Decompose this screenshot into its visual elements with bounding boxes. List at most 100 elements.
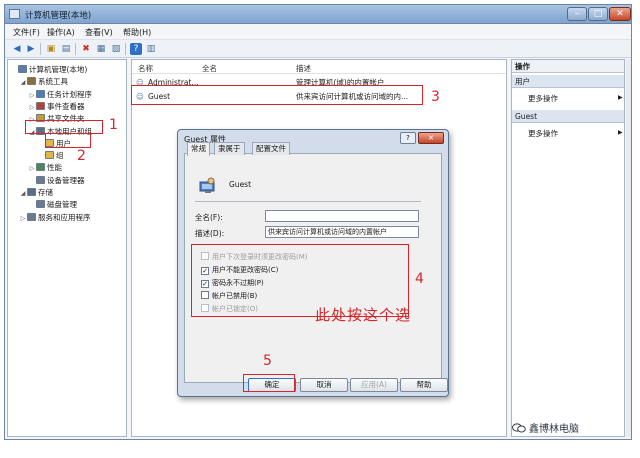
tree-item[interactable]: ▷ 服务和应用程序	[8, 212, 91, 224]
computer-management-window: 计算机管理(本地) – □ ✕ 文件(F) 操作(A) 查看(V) 帮助(H) …	[4, 4, 632, 440]
column-divider	[132, 73, 506, 74]
watermark-text: 鑫博林电脑	[529, 424, 579, 435]
description-label: 描述(D):	[195, 229, 225, 238]
actions-title: 操作	[512, 60, 624, 73]
properties-icon[interactable]: ▦	[95, 43, 107, 55]
tree-node-icon	[36, 175, 45, 184]
toolbar-separator	[75, 43, 76, 55]
menu-view[interactable]: 查看(V)	[85, 27, 113, 38]
navigation-tree: 计算机管理(本地) ◢ 系统工具 ▷ 任务计划程序 ▷ 事件查看器 ▷ 共享文件夹 ◢ 本地用户和组…	[7, 59, 127, 437]
minimize-button[interactable]: –	[567, 7, 587, 21]
arrow-right-icon: ▶	[618, 129, 623, 136]
tree-item[interactable]: ▷ 性能	[8, 162, 62, 174]
window-title: 计算机管理(本地)	[25, 11, 92, 21]
maximize-button[interactable]: □	[588, 7, 608, 21]
arrow-right-icon: ▶	[618, 94, 623, 101]
tree-node-icon	[18, 65, 27, 73]
tree-item[interactable]: 组	[8, 150, 64, 162]
forward-icon[interactable]: ▶	[25, 43, 37, 55]
annotation-5: 5	[263, 353, 272, 369]
toolbar-separator	[125, 43, 126, 55]
annotation-box-users	[45, 133, 91, 148]
tree-item-label: 事件查看器	[47, 101, 85, 111]
more-actions-guest[interactable]: 更多操作	[528, 128, 558, 139]
fullname-label: 全名(F):	[195, 213, 223, 222]
menu-help[interactable]: 帮助(H)	[123, 27, 151, 38]
tree-node-icon	[36, 89, 45, 98]
annotation-2: 2	[77, 148, 86, 164]
export-icon[interactable]: ▧	[110, 43, 122, 55]
close-button[interactable]: ✕	[609, 7, 631, 21]
tree-item-label: 设备管理器	[47, 175, 85, 185]
tree-item[interactable]: 设备管理器	[8, 175, 85, 187]
more-actions-users[interactable]: 更多操作	[528, 93, 558, 104]
dialog-help-button[interactable]: ?	[400, 132, 416, 144]
menu-file[interactable]: 文件(F)	[13, 27, 40, 38]
tab-member-of[interactable]: 隶属于	[214, 142, 245, 155]
wechat-icon	[512, 423, 526, 433]
collapsed-arrow-icon[interactable]: ▷	[19, 213, 27, 225]
tree-item-label: 任务计划程序	[47, 89, 92, 99]
computer-management-icon	[9, 9, 20, 19]
tree-item-label: 磁盘管理	[47, 200, 77, 210]
collapsed-arrow-icon[interactable]: ▷	[28, 102, 36, 114]
tree-item[interactable]: 计算机管理(本地)	[8, 64, 87, 76]
tree-item-label: 系统工具	[38, 77, 68, 87]
annotation-box-options	[191, 244, 409, 317]
collapsed-arrow-icon[interactable]: ▷	[28, 90, 36, 102]
fullname-input[interactable]	[265, 210, 419, 222]
toolbar-separator	[40, 43, 41, 55]
tree-node-icon	[45, 151, 54, 160]
tree-node-icon	[36, 163, 45, 172]
annotation-box-local-users	[25, 120, 103, 134]
tree-node-icon	[27, 77, 36, 86]
tree-item-label: 计算机管理(本地)	[29, 65, 88, 74]
dialog-close-button[interactable]: ×	[418, 132, 444, 144]
tab-general[interactable]: 常规	[187, 142, 210, 156]
help-button[interactable]: 帮助	[400, 378, 448, 392]
user-account-icon	[199, 177, 215, 193]
annotation-3: 3	[431, 89, 440, 105]
tree-item[interactable]: ◢ 存储	[8, 187, 53, 199]
tree-node-icon	[36, 200, 45, 209]
tree-item-label: 组	[56, 151, 64, 161]
actions-pane: 操作 用户 更多操作 ▶ Guest 更多操作 ▶	[511, 59, 625, 437]
annotation-box-ok	[243, 374, 295, 392]
account-name: Guest	[229, 180, 252, 189]
console-icon[interactable]: ▥	[145, 43, 157, 55]
tree-item[interactable]: ▷ 任务计划程序	[8, 89, 92, 101]
delete-icon[interactable]: ✖	[80, 43, 92, 55]
description-input[interactable]: 供来宾访问计算机或访问域的内置帐户	[265, 226, 419, 238]
scrollbar[interactable]	[626, 59, 631, 437]
actions-section-users[interactable]: 用户	[512, 75, 624, 88]
menu-bar: 文件(F) 操作(A) 查看(V) 帮助(H)	[5, 24, 631, 40]
expanded-arrow-icon[interactable]: ◢	[19, 77, 27, 89]
apply-button[interactable]: 应用(A)	[350, 378, 398, 392]
cancel-button[interactable]: 取消	[300, 378, 348, 392]
collapsed-arrow-icon[interactable]: ▷	[28, 163, 36, 175]
tree-item-label: 性能	[47, 163, 62, 173]
help-icon[interactable]: ?	[130, 43, 142, 55]
back-icon[interactable]: ◀	[11, 43, 23, 55]
divider	[195, 201, 421, 202]
expanded-arrow-icon[interactable]: ◢	[19, 188, 27, 200]
annotation-1: 1	[109, 117, 118, 133]
tree-node-icon	[36, 101, 45, 110]
actions-section-guest[interactable]: Guest	[512, 110, 624, 123]
menu-action[interactable]: 操作(A)	[47, 27, 75, 38]
tree-node-icon	[27, 188, 36, 196]
annotation-4: 4	[415, 271, 424, 287]
toolbar: ◀ ▶ ▣ ▤ ✖ ▦ ▧ ? ▥	[5, 40, 631, 58]
tree-item[interactable]: 磁盘管理	[8, 199, 77, 211]
title-bar[interactable]: 计算机管理(本地) – □ ✕	[5, 5, 631, 24]
watermark: 鑫博林电脑	[512, 420, 579, 435]
show-tree-icon[interactable]: ▤	[60, 43, 72, 55]
tree-item[interactable]: ▷ 事件查看器	[8, 101, 85, 113]
up-folder-icon[interactable]: ▣	[45, 43, 57, 55]
tree-item-label: 存储	[38, 188, 53, 197]
tree-item[interactable]: ◢ 系统工具	[8, 76, 68, 88]
annotation-box-guest	[131, 85, 423, 105]
tab-profile[interactable]: 配置文件	[252, 142, 290, 155]
tree-node-icon	[27, 212, 36, 221]
tree-item-label: 服务和应用程序	[38, 212, 91, 222]
